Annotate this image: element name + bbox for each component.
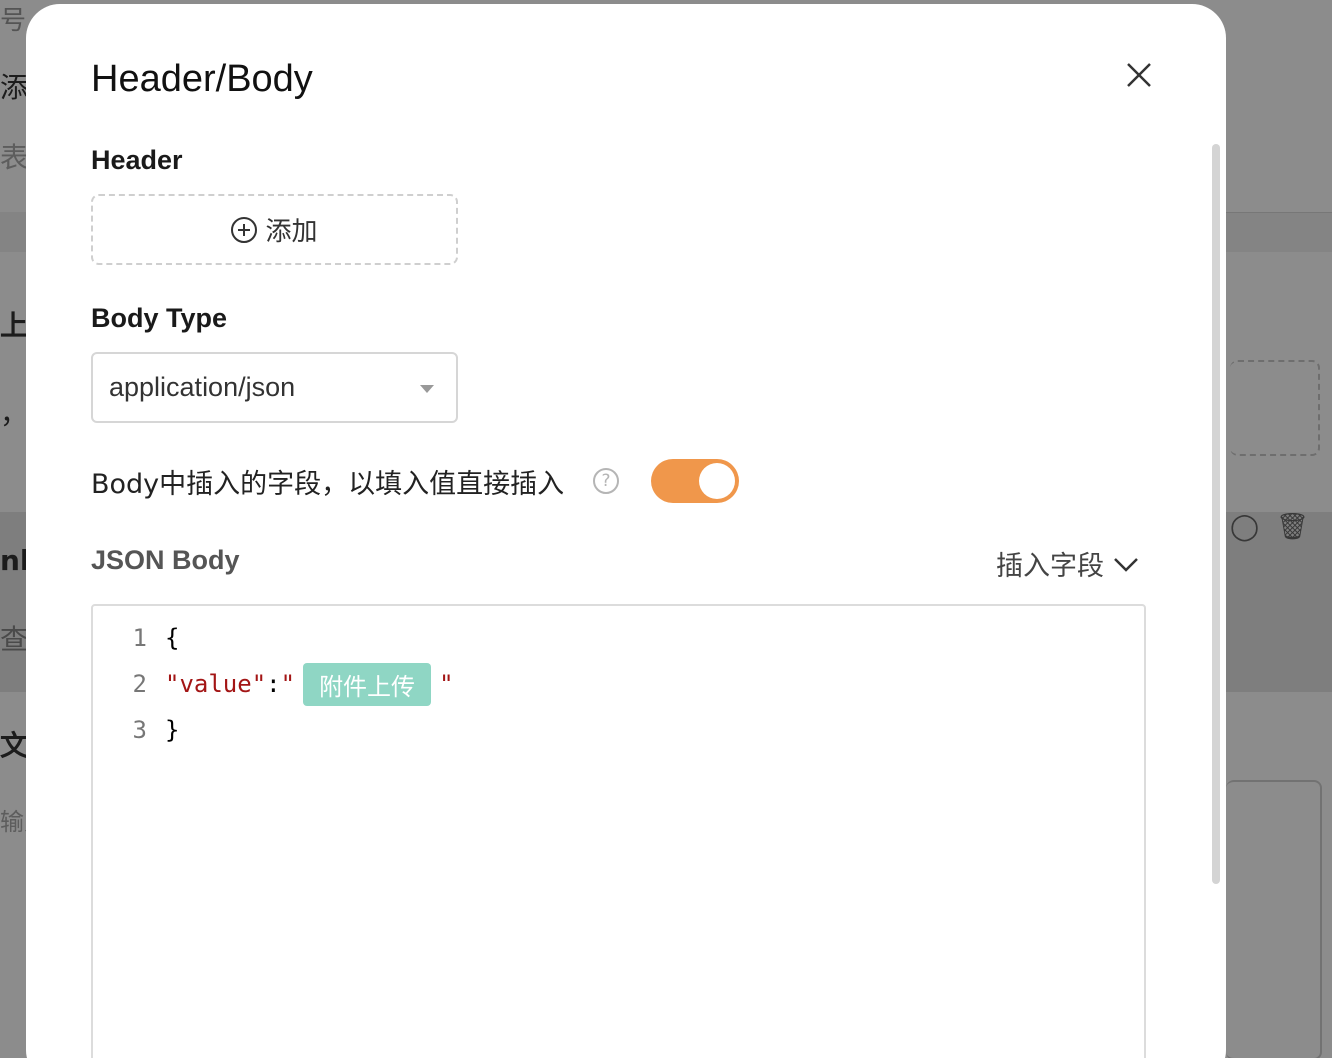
caret-down-icon (420, 385, 434, 393)
question-circle-icon[interactable]: ? (593, 468, 619, 494)
json-body-label: JSON Body (91, 545, 240, 575)
switch-knob (699, 463, 735, 499)
insert-field-dropdown[interactable]: 插入字段 (996, 544, 1140, 583)
header-body-modal: Header/Body Header 添加 Body Type applicat… (26, 4, 1226, 1058)
json-quote-close: " (439, 670, 454, 698)
insert-direct-switch[interactable] (651, 459, 739, 503)
chevron-down-icon (1114, 557, 1138, 572)
line-number: 1 (132, 624, 147, 652)
code-text: { (165, 624, 180, 652)
body-type-select[interactable]: application/json (91, 352, 458, 423)
field-chip-attachment[interactable]: 附件上传 (303, 662, 432, 706)
body-type-value: application/json (109, 372, 296, 402)
insert-field-label: 插入字段 (996, 551, 1104, 582)
code-text: } (165, 716, 180, 744)
code-line: 2 "value" : " 附件上传 " (93, 662, 454, 706)
add-header-label: 添加 (265, 217, 318, 247)
add-header-button[interactable]: 添加 (91, 194, 458, 265)
close-icon[interactable] (1124, 60, 1154, 90)
json-editor[interactable]: 1 { 2 "value" : " 附件上传 " 3 } (91, 604, 1146, 1058)
insert-direct-label: Body中插入的字段，以填入值直接插入 (91, 469, 565, 500)
json-quote-open: " (280, 670, 296, 698)
modal-title: Header/Body (91, 58, 313, 100)
json-colon: : (266, 670, 281, 698)
line-number: 3 (132, 716, 147, 744)
body-type-label: Body Type (91, 303, 228, 333)
code-line: 3 } (93, 710, 180, 750)
plus-circle-icon (231, 216, 258, 243)
scrollbar-thumb[interactable] (1212, 144, 1220, 884)
header-section-label: Header (91, 145, 183, 175)
code-text: "value" : " 附件上传 " (165, 662, 454, 706)
modal-scrollbar[interactable] (1212, 144, 1220, 1024)
json-key: "value" (165, 670, 267, 698)
line-number: 2 (132, 670, 147, 698)
code-line: 1 { (93, 618, 180, 658)
